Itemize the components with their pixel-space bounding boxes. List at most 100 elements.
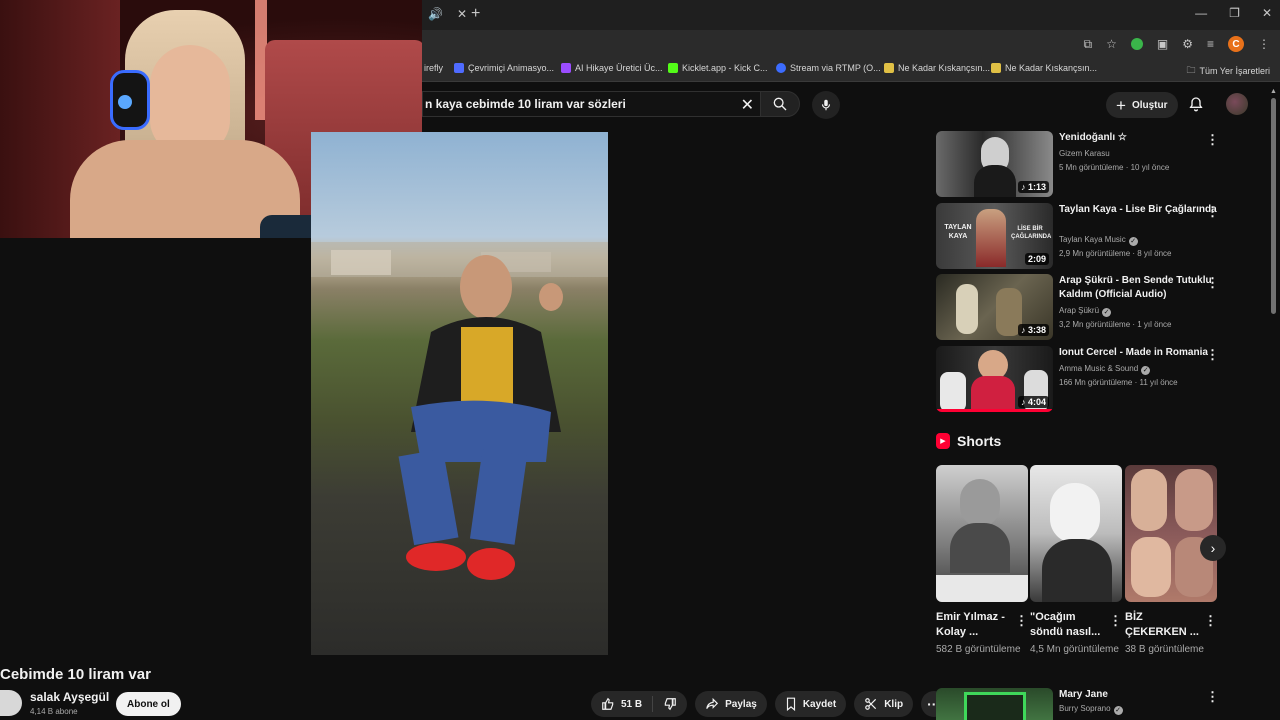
bookmark-item[interactable]: Ne Kadar Kıskançsın...	[991, 63, 1097, 73]
reading-list-icon[interactable]: ≡	[1207, 37, 1214, 51]
like-dislike-group: 51 B	[591, 691, 688, 717]
short-thumbnail[interactable]	[1125, 465, 1217, 602]
recommendation-channel[interactable]: Taylan Kaya Music ✓	[1059, 235, 1138, 246]
video-title: Cebimde 10 liram var	[0, 666, 151, 683]
short-item[interactable]: BİZ ÇEKERKEN ... 38 B görüntüleme ⋮	[1125, 465, 1217, 657]
dislike-button[interactable]	[653, 691, 687, 717]
recommendation-item[interactable]: Mary Jane Burry Soprano ✓ ⋮	[936, 688, 1226, 720]
more-options-icon[interactable]: ⋮	[1206, 133, 1219, 146]
new-tab-icon[interactable]: +	[471, 5, 480, 23]
page-scrollbar[interactable]	[1271, 98, 1276, 314]
profile-avatar[interactable]: C	[1228, 36, 1244, 52]
recommendation-meta: 166 Mn görüntüleme · 11 yıl önce	[1059, 378, 1178, 387]
extensions-puzzle-icon[interactable]: ⚙	[1182, 37, 1193, 51]
recommendation-title[interactable]: Arap Şükrü - Ben Sende Tutuklu Kaldım (O…	[1059, 274, 1219, 302]
video-frame	[311, 242, 608, 580]
short-thumbnail[interactable]	[936, 465, 1028, 602]
short-item[interactable]: "Ocağım söndü nasıl... 4,5 Mn görüntülem…	[1030, 465, 1122, 657]
share-icon	[706, 697, 719, 709]
short-thumbnail[interactable]	[1030, 465, 1122, 602]
recommendation-title[interactable]: Taylan Kaya - Lise Bir Çağlarında	[1059, 203, 1219, 217]
more-options-icon[interactable]: ⋮	[1206, 348, 1219, 361]
minimize-icon[interactable]: —	[1195, 6, 1207, 20]
recommendation-item[interactable]: TAYLAN KAYA LİSE BİR ÇAĞLARINDA 2:09 Tay…	[936, 203, 1226, 271]
recommendation-item[interactable]: ♪ 3:38 Arap Şükrü - Ben Sende Tutuklu Ka…	[936, 274, 1226, 342]
notifications-bell-icon[interactable]	[1188, 95, 1204, 118]
recommendation-channel[interactable]: Gizem Karasu	[1059, 149, 1110, 158]
tab-audio-icon[interactable]: 🔊	[428, 7, 443, 21]
bookmark-item[interactable]: AI Hikaye Üretici Üc...	[561, 63, 663, 73]
clear-search-icon[interactable]: ✕	[741, 95, 754, 115]
video-actions: 51 B Paylaş Kaydet Klip ···	[591, 691, 948, 717]
thumbs-up-icon	[602, 697, 614, 710]
bookmark-favicon-icon	[668, 63, 678, 73]
bookmark-star-icon[interactable]: ☆	[1106, 37, 1117, 51]
more-options-icon[interactable]: ⋮	[1206, 690, 1219, 703]
video-thumbnail[interactable]	[936, 688, 1053, 720]
clip-button[interactable]: Klip	[854, 691, 914, 717]
bookmark-favicon-icon	[454, 63, 464, 73]
like-button[interactable]: 51 B	[591, 691, 652, 717]
voice-search-button[interactable]	[812, 91, 840, 119]
bookmark-item[interactable]: irefly	[424, 63, 443, 73]
short-title[interactable]: "Ocağım söndü nasıl...	[1030, 610, 1106, 640]
more-options-icon[interactable]: ⋮	[1206, 205, 1219, 218]
search-input[interactable]: n kaya cebimde 10 liram var sözleri ✕	[422, 91, 764, 117]
recommendation-item[interactable]: ♪ 4:04 Ionut Cercel - Made in Romania Am…	[936, 346, 1226, 414]
recommendation-title[interactable]: Mary Jane	[1059, 688, 1219, 702]
browser-menu-icon[interactable]: ⋮	[1258, 37, 1270, 51]
video-player[interactable]	[311, 132, 608, 655]
search-icon	[773, 97, 787, 111]
short-item[interactable]: Emir Yılmaz - Kolay ... 582 B görüntülem…	[936, 465, 1028, 657]
save-button[interactable]: Kaydet	[774, 691, 847, 717]
more-options-icon[interactable]: ⋮	[1206, 276, 1219, 289]
recommendation-channel[interactable]: Arap Şükrü ✓	[1059, 306, 1112, 317]
tab-close-icon[interactable]: ✕	[457, 7, 467, 21]
bookmark-item[interactable]: Çevrimiçi Animasyo...	[454, 63, 554, 73]
short-views: 4,5 Mn görüntüleme	[1030, 644, 1119, 655]
bookmark-item[interactable]: Kicklet.app - Kick C...	[668, 63, 768, 73]
more-options-icon[interactable]: ⋮	[1015, 613, 1028, 629]
extension-icon[interactable]	[1130, 38, 1143, 50]
video-duration: ♪ 3:38	[1017, 324, 1049, 336]
short-title[interactable]: Emir Yılmaz - Kolay ...	[936, 610, 1012, 640]
share-button[interactable]: Paylaş	[695, 691, 767, 717]
folder-icon: 🗀	[1186, 65, 1196, 75]
scroll-up-arrow-icon[interactable]: ▲	[1270, 88, 1277, 95]
shorts-header: ▶ Shorts	[936, 433, 1001, 449]
recommendation-meta: 5 Mn görüntüleme · 10 yıl önce	[1059, 163, 1170, 172]
close-window-icon[interactable]: ✕	[1262, 6, 1272, 20]
short-views: 582 B görüntüleme	[936, 644, 1021, 655]
recommendation-title[interactable]: Yenidoğanlı ☆	[1059, 131, 1219, 145]
video-thumbnail[interactable]: ♪ 4:04	[936, 346, 1053, 412]
all-bookmarks-folder[interactable]: 🗀 Tüm Yer İşaretleri	[1186, 63, 1270, 79]
subscribe-button[interactable]: Abone ol	[116, 692, 181, 716]
short-title[interactable]: BİZ ÇEKERKEN ...	[1125, 610, 1201, 640]
create-button[interactable]: + Oluştur	[1106, 92, 1178, 118]
search-button[interactable]	[760, 91, 800, 117]
chevron-right-icon: ›	[1210, 540, 1216, 556]
bookmark-item[interactable]: Stream via RTMP (O...	[776, 63, 881, 73]
account-avatar[interactable]	[1226, 93, 1248, 115]
install-app-icon[interactable]: ⧉	[1084, 37, 1093, 52]
recommendation-title[interactable]: Ionut Cercel - Made in Romania	[1059, 346, 1219, 360]
video-thumbnail[interactable]: TAYLAN KAYA LİSE BİR ÇAĞLARINDA 2:09	[936, 203, 1053, 269]
bookmark-favicon-icon	[884, 63, 894, 73]
recommendation-channel[interactable]: Burry Soprano ✓	[1059, 704, 1123, 715]
recommendation-meta: 2,9 Mn görüntüleme · 8 yıl önce	[1059, 249, 1172, 258]
more-options-icon[interactable]: ⋮	[1204, 613, 1217, 629]
video-duration: ♪ 1:13	[1017, 181, 1049, 193]
channel-avatar[interactable]	[0, 690, 22, 716]
more-options-icon[interactable]: ⋮	[1109, 613, 1122, 629]
shorts-next-button[interactable]: ›	[1200, 535, 1226, 561]
bookmark-item[interactable]: Ne Kadar Kıskançsın...	[884, 63, 990, 73]
bookmark-favicon-icon	[991, 63, 1001, 73]
video-thumbnail[interactable]: ♪ 3:38	[936, 274, 1053, 340]
video-thumbnail[interactable]: ♪ 1:13	[936, 131, 1053, 197]
maximize-icon[interactable]: ❐	[1229, 6, 1240, 20]
recommendation-channel[interactable]: Amma Music & Sound ✓	[1059, 364, 1151, 375]
recommendation-item[interactable]: ♪ 1:13 Yenidoğanlı ☆ Gizem Karasu 5 Mn g…	[936, 131, 1226, 199]
extension-box-icon[interactable]: ▣	[1157, 37, 1168, 51]
scissors-icon	[865, 698, 877, 710]
channel-name[interactable]: salak Ayşegül	[30, 690, 109, 704]
